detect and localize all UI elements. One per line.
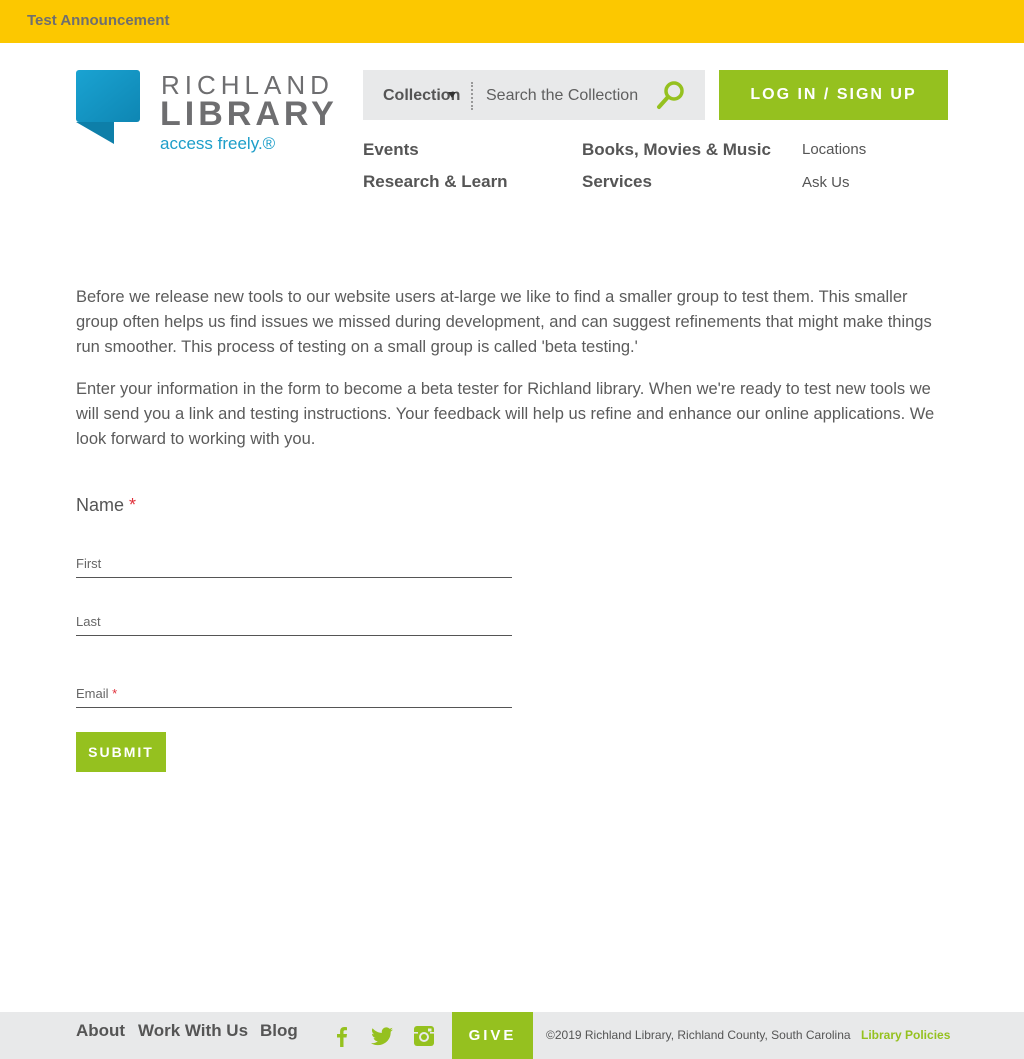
last-name-input[interactable]: [126, 614, 506, 634]
nav-services[interactable]: Services: [582, 172, 652, 192]
facebook-icon[interactable]: [330, 1024, 354, 1048]
intro-content: Before we release new tools to our websi…: [76, 285, 936, 469]
required-mark: *: [112, 686, 118, 701]
search-input[interactable]: [486, 84, 646, 108]
intro-paragraph: Before we release new tools to our websi…: [76, 288, 932, 356]
footer: About Work With Us Blog GIVE ©2019 Richl…: [0, 1012, 1024, 1059]
first-name-input[interactable]: [126, 556, 506, 576]
library-policies-link[interactable]: Library Policies: [861, 1028, 950, 1042]
logo-word-library: LIBRARY: [160, 95, 338, 133]
logo-flag-icon: [76, 70, 140, 144]
last-name-field[interactable]: Last: [76, 614, 512, 636]
search-divider: [471, 82, 473, 110]
submit-button[interactable]: SUBMIT: [76, 732, 166, 772]
nav-locations[interactable]: Locations: [802, 141, 866, 158]
copyright-text: ©2019 Richland Library, Richland County,…: [546, 1028, 851, 1042]
instagram-icon[interactable]: [412, 1024, 436, 1048]
first-name-label: First: [76, 556, 102, 571]
footer-link-work-with-us[interactable]: Work With Us: [138, 1021, 248, 1041]
email-label: Email *: [76, 686, 118, 701]
search-icon[interactable]: [655, 80, 687, 110]
footer-link-about[interactable]: About: [76, 1021, 125, 1041]
logo-tagline: access freely.®: [160, 134, 276, 153]
required-mark: *: [129, 495, 137, 515]
nav-research-learn[interactable]: Research & Learn: [363, 172, 508, 192]
email-input[interactable]: [126, 686, 506, 706]
name-label: Name *: [76, 495, 137, 515]
nav-ask-us[interactable]: Ask Us: [802, 174, 850, 191]
footer-link-blog[interactable]: Blog: [260, 1021, 298, 1041]
twitter-icon[interactable]: [370, 1024, 394, 1048]
email-field[interactable]: Email *: [76, 686, 512, 708]
login-signup-button[interactable]: LOG IN / SIGN UP: [719, 70, 948, 120]
search-bar: Collection: [363, 70, 705, 120]
chevron-down-icon[interactable]: [448, 92, 456, 98]
nav-books-movies-music[interactable]: Books, Movies & Music: [582, 140, 771, 160]
nav-events[interactable]: Events: [363, 140, 419, 160]
site-logo[interactable]: RICHLAND LIBRARY access freely.®: [76, 70, 334, 160]
give-button[interactable]: GIVE: [452, 1012, 533, 1059]
intro-paragraph: Enter your information in the form to be…: [76, 380, 935, 448]
announcement-bar: Test Announcement: [0, 0, 1024, 43]
first-name-field[interactable]: First: [76, 556, 512, 578]
announcement-text[interactable]: Test Announcement: [27, 12, 170, 29]
last-name-label: Last: [76, 614, 101, 629]
